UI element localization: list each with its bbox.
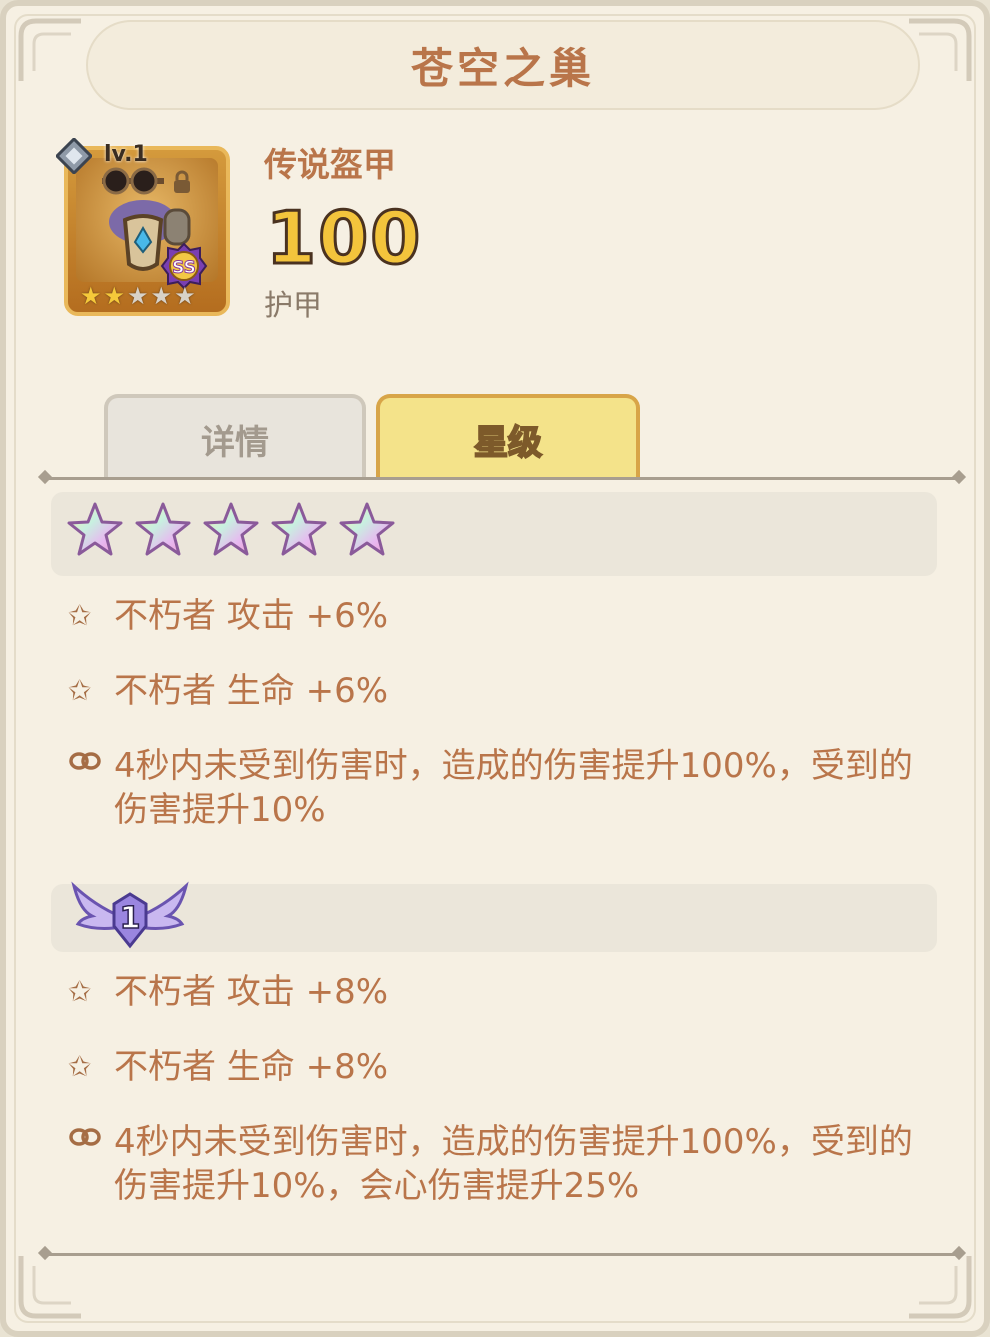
bonus-text: 不朽者 攻击 +6% — [114, 596, 389, 636]
star-icon: ✩ — [68, 599, 92, 632]
tab-details[interactable]: 详情 — [104, 394, 366, 480]
rainbow-star-icon — [339, 502, 395, 556]
tab-star-level[interactable]: 星级 — [376, 394, 640, 480]
list-item: 4秒内未受到伤害时，造成的伤害提升100%，受到的伤害提升10% — [68, 744, 934, 832]
rainbow-star-icon — [135, 502, 191, 556]
bonus-text: 不朽者 生命 +6% — [114, 671, 389, 711]
item-stat-value: 100 — [264, 195, 423, 282]
link-icon — [68, 1120, 102, 1164]
list-item: ✩ 不朽者 攻击 +6% — [68, 594, 934, 638]
star-empty-icon: ★ — [127, 282, 149, 310]
wing-badge-number: 1 — [120, 901, 141, 936]
list-item: ✩ 不朽者 生命 +8% — [68, 1045, 934, 1089]
item-stat-name: 护甲 — [264, 288, 323, 322]
lock-icon — [174, 170, 190, 193]
grade-label: SS — [172, 258, 196, 278]
title-bar: 苍空之巢 — [86, 20, 920, 110]
star-empty-icon: ★ — [174, 282, 196, 310]
rainbow-star-icon — [271, 502, 327, 556]
list-item: ✩ 不朽者 攻击 +8% — [68, 970, 934, 1014]
wing-badge-icon: 1 — [71, 881, 189, 949]
item-level: lv.1 — [104, 142, 148, 167]
star-icon: ✩ — [68, 674, 92, 707]
bonus-text: 不朽者 攻击 +8% — [114, 972, 389, 1012]
tab-star-level-label: 星级 — [473, 422, 543, 464]
star-filled-icon: ★ — [80, 282, 102, 310]
corner-ornament-icon — [16, 16, 86, 86]
star-filled-icon: ★ — [103, 282, 126, 310]
rainbow-star-icon — [203, 502, 259, 556]
corner-ornament-icon — [904, 1251, 974, 1321]
rainbow-star-icon — [67, 502, 123, 556]
five-star-row — [66, 501, 396, 559]
item-detail-panel: 苍空之巢 lv.1 SS ★ ★ ★ ★ ★ 传说盔甲 100 护甲 详情 星级… — [0, 0, 990, 1337]
corner-ornament-icon — [16, 1251, 86, 1321]
page-title: 苍空之巢 — [410, 43, 595, 93]
item-type: 传说盔甲 — [264, 145, 396, 184]
item-star-rating: ★ ★ ★ ★ ★ — [80, 284, 196, 308]
tab-details-label: 详情 — [201, 422, 269, 463]
skill-text: 4秒内未受到伤害时，造成的伤害提升100%，受到的伤害提升10%，会心伤害提升2… — [114, 1122, 913, 1206]
skill-text: 4秒内未受到伤害时，造成的伤害提升100%，受到的伤害提升10% — [114, 746, 913, 830]
list-item: 4秒内未受到伤害时，造成的伤害提升100%，受到的伤害提升10%，会心伤害提升2… — [68, 1120, 934, 1208]
list-item: ✩ 不朽者 生命 +6% — [68, 669, 934, 713]
star-icon: ✩ — [68, 975, 92, 1008]
item-icon-card[interactable]: lv.1 SS ★ ★ ★ ★ ★ — [56, 138, 230, 316]
star-empty-icon: ★ — [150, 282, 173, 310]
divider — [44, 1253, 960, 1256]
divider — [44, 477, 960, 480]
bonus-text: 不朽者 生命 +8% — [114, 1047, 389, 1087]
star-icon: ✩ — [68, 1050, 92, 1083]
link-icon — [68, 744, 102, 788]
diamond-badge-icon — [56, 138, 92, 174]
